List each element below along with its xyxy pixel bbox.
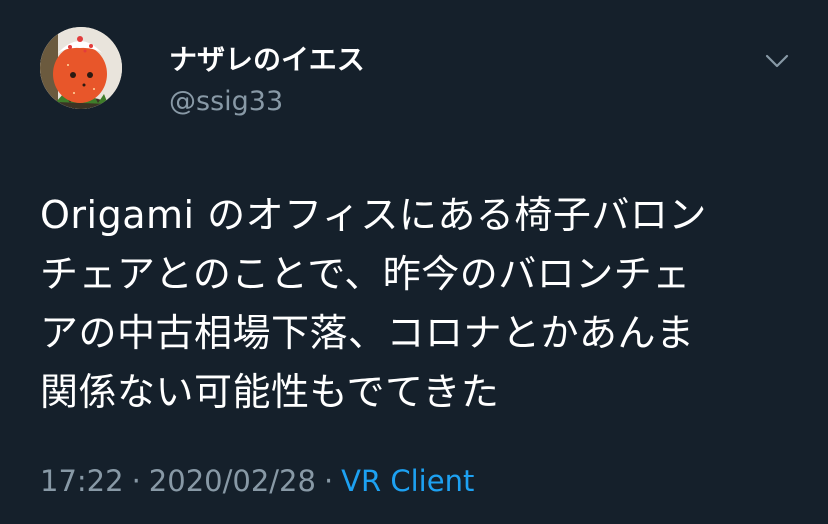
- display-name[interactable]: ナザレのイエス: [169, 43, 365, 77]
- tweet-meta: 17:22 · 2020/02/28 · VR Client: [40, 462, 474, 500]
- tweet-time: 17:22: [40, 464, 124, 498]
- client-link[interactable]: VR Client: [341, 464, 474, 498]
- tweet-card: ナザレのイエス @ssig33 Origami のオフィスにある椅子バロン チェ…: [0, 0, 828, 524]
- strawberry-avatar-icon: [40, 27, 122, 109]
- avatar[interactable]: [40, 27, 122, 109]
- meta-separator: ·: [131, 464, 141, 498]
- meta-separator: ·: [323, 464, 334, 498]
- tweet-text: Origami のオフィスにある椅子バロン チェアとのことで、昨今のバロンチェ …: [40, 193, 707, 414]
- user-handle[interactable]: @ssig33: [169, 85, 283, 119]
- tweet-date[interactable]: 2020/02/28: [149, 464, 316, 498]
- chevron-down-icon[interactable]: [762, 46, 792, 76]
